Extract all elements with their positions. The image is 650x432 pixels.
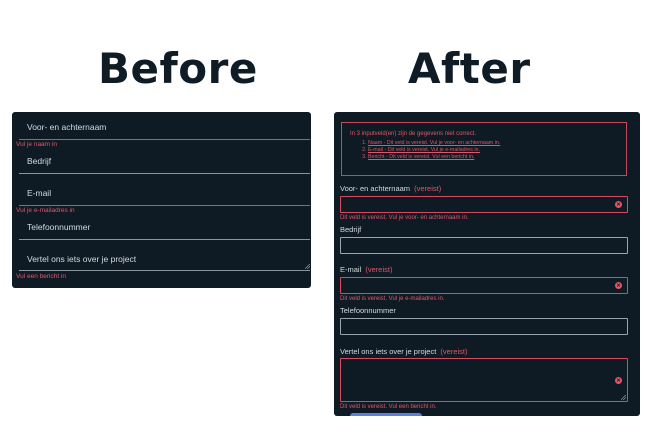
email-label-text: E-mail [340, 265, 362, 274]
phone-label: Telefoonnummer [27, 222, 91, 232]
project-textarea[interactable]: Vertel ons iets over je project [19, 246, 310, 271]
company-input[interactable] [340, 237, 628, 254]
email-error: Dit veld is vereist. Vul je e-mailadres … [340, 296, 445, 302]
phone-input[interactable]: Telefoonnummer [19, 214, 310, 240]
error-summary: In 3 inputveld(en) zijn de gegevens niet… [341, 122, 627, 176]
error-summary-intro: In 3 inputveld(en) zijn de gegevens niet… [350, 131, 477, 137]
email-error: Vul je e-mailadres in [16, 207, 75, 214]
name-label: Voor- en achternaam (vereist) [340, 184, 441, 193]
name-error: Vul je naam in [16, 141, 57, 148]
before-heading: Before [98, 44, 258, 93]
error-icon: × [615, 377, 622, 384]
required-marker: (vereist) [440, 347, 468, 356]
project-error: Vul een bericht in [16, 273, 66, 280]
error-summary-link-email[interactable]: E-mail - Dit veld is vereist. Vul je e-m… [368, 147, 626, 153]
project-textarea[interactable]: × [340, 358, 628, 402]
email-input[interactable]: E-mail [19, 180, 310, 206]
name-label: Voor- en achternaam [27, 122, 107, 132]
company-label: Bedrijf [27, 156, 52, 166]
error-summary-list: Naam - Dit veld is vereist. Vul je voor-… [350, 140, 626, 160]
project-error: Dit veld is vereist. Vul een bericht in. [340, 404, 437, 410]
submit-button[interactable] [350, 413, 422, 416]
resize-handle-icon[interactable] [305, 264, 310, 269]
error-icon: × [615, 282, 622, 289]
name-label-text: Voor- en achternaam [340, 184, 411, 193]
project-label-text: Vertel ons iets over je project [340, 347, 437, 356]
after-form-panel: In 3 inputveld(en) zijn de gegevens niet… [334, 112, 640, 416]
project-label: Vertel ons iets over je project [27, 254, 137, 264]
resize-handle-icon[interactable] [621, 395, 626, 400]
email-input[interactable]: × [340, 277, 628, 294]
company-label: Bedrijf [340, 225, 362, 234]
after-heading: After [408, 44, 531, 93]
required-marker: (vereist) [414, 184, 442, 193]
name-error: Dit veld is vereist. Vul je voor- en ach… [340, 215, 469, 221]
name-input[interactable]: × [340, 196, 628, 213]
project-label: Vertel ons iets over je project (vereist… [340, 347, 468, 356]
phone-label: Telefoonnummer [340, 306, 396, 315]
error-summary-link-message[interactable]: Bericht - Dit veld is vereist. Vul een b… [368, 154, 626, 160]
name-input[interactable]: Voor- en achternaam [19, 114, 310, 140]
required-marker: (vereist) [365, 265, 393, 274]
error-icon: × [615, 201, 622, 208]
company-input[interactable]: Bedrijf [19, 148, 310, 174]
email-label: E-mail (vereist) [340, 265, 392, 274]
email-label: E-mail [27, 188, 52, 198]
phone-input[interactable] [340, 318, 628, 335]
before-form-panel: Voor- en achternaam Vul je naam in Bedri… [12, 112, 311, 288]
error-summary-link-name[interactable]: Naam - Dit veld is vereist. Vul je voor-… [368, 140, 626, 146]
